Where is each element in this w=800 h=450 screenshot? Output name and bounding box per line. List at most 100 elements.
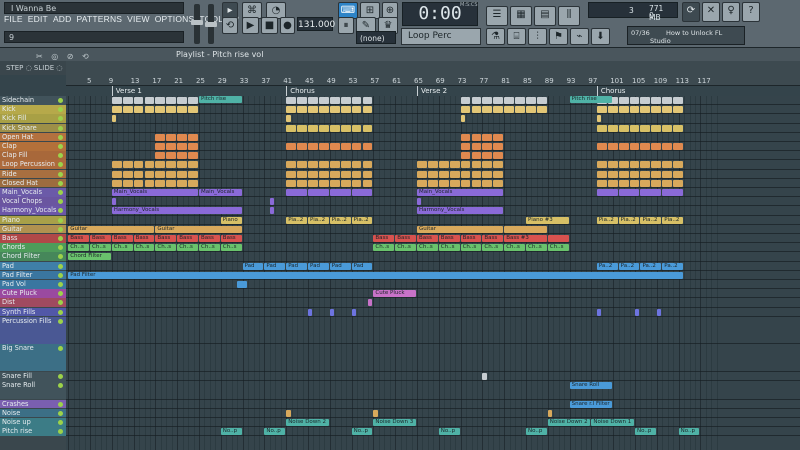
playlist-clip[interactable] xyxy=(629,143,640,150)
playlist-clip[interactable] xyxy=(188,143,198,150)
playlist-clip[interactable] xyxy=(471,161,482,169)
playlist-clip[interactable]: Noise Down 2 xyxy=(547,419,591,426)
playlist-clip[interactable] xyxy=(340,97,351,104)
playlist-clip[interactable] xyxy=(640,106,651,114)
menu-edit[interactable]: EDIT xyxy=(28,14,48,28)
playlist-clip[interactable]: Noise Down 3 xyxy=(373,419,416,426)
track-header[interactable]: Clap Fill xyxy=(0,151,66,160)
playlist-clip[interactable] xyxy=(482,133,493,141)
playlist-clip[interactable] xyxy=(351,161,362,169)
track-enable-led-icon[interactable] xyxy=(58,272,63,278)
playlist-clip[interactable]: Bass xyxy=(133,235,155,242)
playlist-clip[interactable] xyxy=(269,198,275,206)
playlist-clip[interactable] xyxy=(417,170,427,178)
playlist-clip[interactable]: Noise Down 1 xyxy=(591,419,634,426)
playlist-clip[interactable] xyxy=(417,179,427,187)
playlist-clip[interactable] xyxy=(438,161,449,169)
playlist-clip[interactable] xyxy=(640,124,651,132)
playlist-clip[interactable] xyxy=(318,97,329,104)
playlist-clip[interactable] xyxy=(308,161,318,169)
playlist-clip[interactable]: Pia..2 xyxy=(662,216,684,224)
playlist-clip[interactable] xyxy=(449,170,460,178)
track-enable-led-icon[interactable] xyxy=(58,410,63,416)
playlist-clip[interactable]: Pitch rise xyxy=(199,96,242,103)
track-enable-led-icon[interactable] xyxy=(58,116,63,122)
playlist-clip[interactable] xyxy=(373,409,378,417)
playlist-clip[interactable] xyxy=(122,179,133,187)
playlist-clip[interactable]: No..p xyxy=(438,428,460,436)
track-enable-led-icon[interactable] xyxy=(58,309,63,315)
playlist-clip[interactable] xyxy=(460,97,471,104)
playlist-clip[interactable] xyxy=(651,143,662,150)
track-enable-led-icon[interactable] xyxy=(58,383,63,389)
track-header[interactable]: Snare Fill xyxy=(0,372,66,381)
playlist-clip[interactable] xyxy=(133,179,144,187)
playlist-clip[interactable] xyxy=(662,106,673,114)
section-marker[interactable]: Chorus xyxy=(596,86,625,96)
track-enable-led-icon[interactable] xyxy=(58,134,63,140)
record-button[interactable]: ● xyxy=(280,17,295,34)
track-enable-led-icon[interactable] xyxy=(58,291,63,297)
playlist-clip[interactable] xyxy=(308,143,318,150)
playlist-clip[interactable] xyxy=(629,124,640,132)
playlist-clip[interactable] xyxy=(329,143,340,150)
playlist-clip[interactable] xyxy=(329,308,335,316)
playlist-clip[interactable] xyxy=(308,124,318,132)
playlist-clip[interactable] xyxy=(177,97,188,104)
playlist-clip[interactable] xyxy=(493,170,504,178)
playlist-clip[interactable]: Snare r.l Filter xyxy=(569,400,613,408)
playlist-clip[interactable]: Bass xyxy=(90,235,111,242)
track-enable-led-icon[interactable] xyxy=(58,254,63,260)
playlist-clip[interactable]: Noise Down 2 xyxy=(286,419,329,426)
playlist-clip[interactable]: Pad xyxy=(329,262,351,270)
playlist-clip[interactable] xyxy=(596,115,602,123)
wait-for-input-icon[interactable]: ⏸ xyxy=(338,17,354,34)
playlist-clip[interactable]: No..p xyxy=(635,428,656,436)
playlist-clip[interactable] xyxy=(297,143,307,150)
playlist-clip[interactable] xyxy=(482,161,493,169)
playlist-clip[interactable] xyxy=(111,161,122,169)
playlist-clip[interactable]: Bass xyxy=(438,235,460,242)
track-enable-led-icon[interactable] xyxy=(58,245,63,251)
playlist-clip[interactable]: No..p xyxy=(220,428,242,436)
pattern-selector[interactable]: (none) xyxy=(356,31,396,44)
playlist-clip[interactable] xyxy=(635,308,640,316)
playlist-clip[interactable] xyxy=(640,97,651,104)
playlist-clip[interactable] xyxy=(177,143,188,150)
playlist-clip[interactable] xyxy=(318,161,329,169)
news-panel[interactable]: 07/36 How to Unlock FL Studio xyxy=(627,26,745,45)
playlist-clip[interactable] xyxy=(308,179,318,187)
playlist-clip[interactable] xyxy=(286,106,297,114)
playlist-clip[interactable] xyxy=(460,115,466,123)
plugin-picker-icon[interactable]: ⌸ xyxy=(507,28,526,45)
playlist-clip[interactable]: Bass xyxy=(199,235,220,242)
playlist-clip[interactable] xyxy=(471,152,482,160)
playlist-clip[interactable] xyxy=(493,161,504,169)
playlist-clip[interactable] xyxy=(286,179,297,187)
playlist-clip[interactable] xyxy=(177,161,188,169)
playlist-clip[interactable] xyxy=(656,308,662,316)
loop-icon[interactable]: ⟲ xyxy=(222,17,238,34)
playlist-clip[interactable]: Guitar xyxy=(68,225,155,233)
playlist-clip[interactable] xyxy=(493,152,504,160)
playlist-clip[interactable] xyxy=(188,170,198,178)
playlist-clip[interactable] xyxy=(504,97,515,104)
browser-icon[interactable]: ⚗ xyxy=(486,28,505,45)
playlist-clip[interactable] xyxy=(144,170,155,178)
playlist-clip[interactable] xyxy=(493,143,504,150)
playlist-clip[interactable]: Pia..2 xyxy=(308,216,329,224)
playlist-clip[interactable] xyxy=(471,143,482,150)
playlist-clip[interactable] xyxy=(673,97,684,104)
playlist-clip[interactable] xyxy=(188,106,198,114)
playlist-clip[interactable]: Piano #3 xyxy=(526,216,569,224)
playlist-clip[interactable] xyxy=(111,198,117,206)
menu-view[interactable]: VIEW xyxy=(127,14,150,28)
playlist-clip[interactable] xyxy=(471,97,482,104)
playlist-clip[interactable] xyxy=(673,170,684,178)
playlist-clip[interactable]: Pad Filter xyxy=(68,271,684,279)
playlist-clip[interactable] xyxy=(308,170,318,178)
playlist-clip[interactable]: No..p xyxy=(351,428,373,436)
playlist-clip[interactable]: Pia..2 xyxy=(329,216,351,224)
playlist-clip[interactable]: Main_Vocals xyxy=(199,189,242,196)
track-header[interactable]: Pad Filter xyxy=(0,270,66,280)
